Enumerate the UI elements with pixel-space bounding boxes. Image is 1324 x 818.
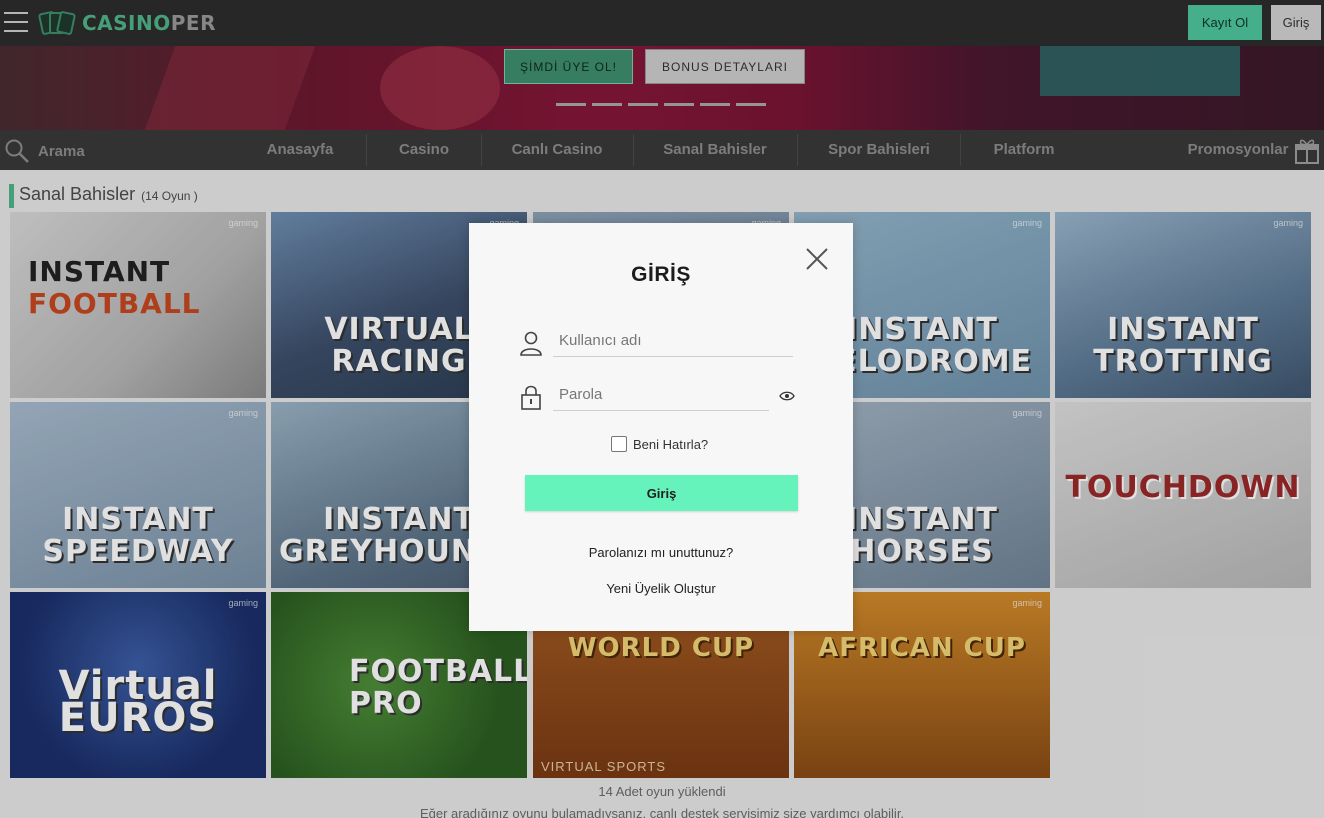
eye-icon[interactable] — [779, 390, 795, 402]
login-modal: GİRİŞ Beni Hatırla? Giriş Parolanızı mı … — [469, 223, 853, 631]
remember-me-checkbox[interactable]: Beni Hatırla? — [611, 436, 708, 452]
username-input[interactable] — [553, 325, 793, 357]
remember-me-label: Beni Hatırla? — [633, 436, 709, 452]
page: CASINOPER Kayıt Ol Giriş ŞİMDİ ÜYE OL! B… — [0, 0, 1324, 818]
submit-login-button[interactable]: Giriş — [525, 475, 798, 511]
modal-title: GİRİŞ — [631, 263, 691, 286]
forgot-password-link[interactable]: Parolanızı mı unuttunuz? — [469, 545, 853, 560]
create-account-link[interactable]: Yeni Üyelik Oluştur — [469, 581, 853, 596]
user-icon — [520, 331, 542, 356]
checkbox-box[interactable] — [611, 436, 627, 452]
password-input[interactable] — [553, 379, 769, 411]
lock-icon — [521, 385, 541, 410]
